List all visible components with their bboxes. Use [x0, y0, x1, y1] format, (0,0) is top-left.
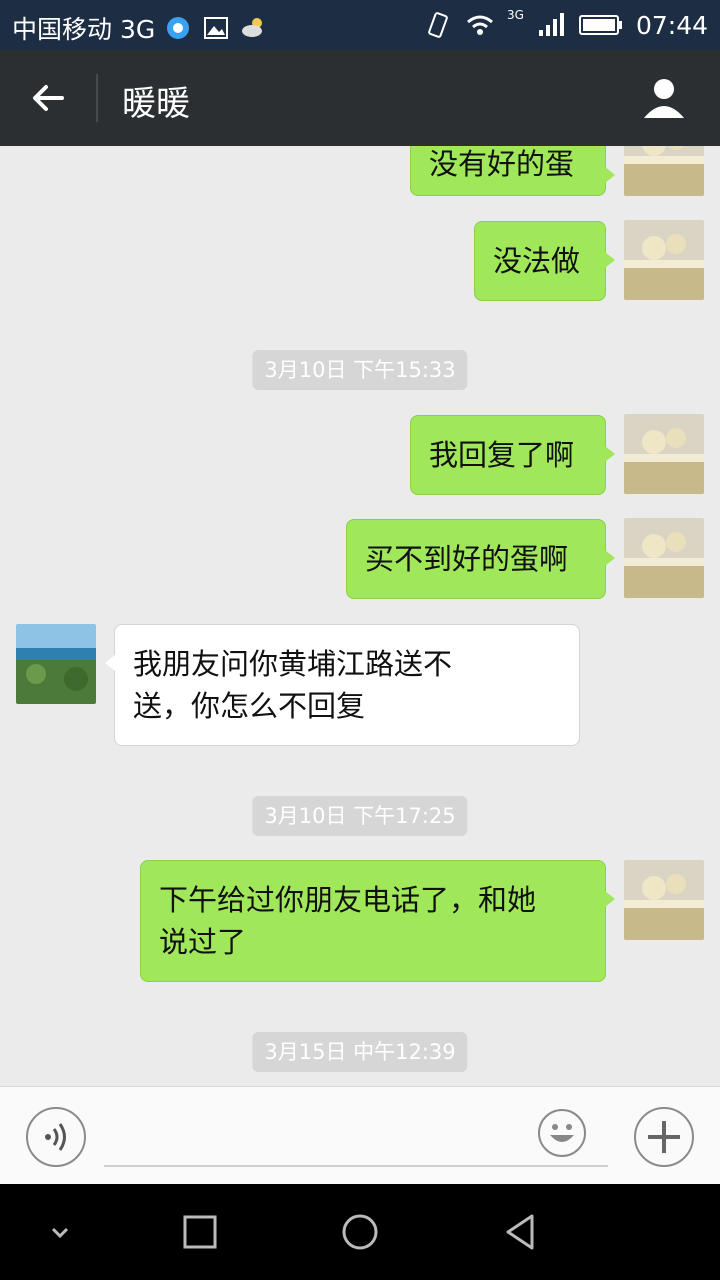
- cake-avatar-image: [624, 518, 704, 598]
- message-text-line: 我朋友问你黄埔江路送不: [133, 647, 453, 681]
- landscape-avatar-image: [16, 624, 96, 704]
- message-text: 买不到好的蛋啊: [365, 542, 569, 576]
- timestamp-label: 3月15日 中午12:39: [252, 1032, 468, 1072]
- my-avatar[interactable]: [624, 414, 704, 494]
- image-icon: [204, 17, 229, 39]
- nav-home-icon[interactable]: [340, 1212, 380, 1252]
- clock: 07:44: [635, 10, 708, 40]
- status-bar: 中国移动 3G 3G 07:44: [0, 0, 720, 50]
- weather-icon: [242, 18, 263, 37]
- message-text-line: 送，你怎么不回复: [133, 689, 366, 723]
- header-divider: [96, 74, 98, 122]
- timestamp-label: 3月10日 下午17:25: [252, 796, 468, 836]
- message-bubble-sent[interactable]: 我回复了啊: [410, 415, 615, 495]
- battery-icon: [578, 15, 622, 35]
- message-bubble-sent[interactable]: 没有好的蛋: [410, 146, 615, 196]
- message-bubble-sent[interactable]: 下午给过你朋友电话了，和她 说过了: [140, 860, 615, 982]
- vibrate-icon: [428, 12, 448, 38]
- signal-icon: [538, 13, 564, 36]
- back-arrow-icon[interactable]: [28, 78, 68, 118]
- message-list[interactable]: 没有好的蛋 没法做 3月10日 下午15:33 我回复了啊 买不到好的蛋啊 我朋…: [0, 146, 720, 1086]
- my-avatar[interactable]: [624, 860, 704, 940]
- voice-icon: [45, 1123, 66, 1151]
- message-text: 没法做: [493, 244, 581, 278]
- my-avatar[interactable]: [624, 518, 704, 598]
- carrier-label: 中国移动 3G: [12, 15, 156, 44]
- emoji-button[interactable]: [538, 1109, 586, 1157]
- emoji-icon: [550, 1124, 574, 1142]
- cake-avatar-image: [624, 220, 704, 300]
- message-bubble-sent[interactable]: 没法做: [474, 221, 615, 301]
- message-bubble-sent[interactable]: 买不到好的蛋啊: [346, 519, 615, 599]
- my-avatar[interactable]: [624, 146, 704, 196]
- message-bubble-received[interactable]: 我朋友问你黄埔江路送不 送，你怎么不回复: [105, 624, 580, 746]
- message-text-line: 下午给过你朋友电话了，和她: [159, 883, 537, 917]
- nav-back-icon[interactable]: [500, 1212, 540, 1252]
- cake-avatar-image: [624, 414, 704, 494]
- message-input[interactable]: [104, 1165, 608, 1167]
- system-nav-bar: [0, 1184, 720, 1280]
- chat-header: 暖暖: [0, 50, 720, 146]
- network-label: 3G: [507, 8, 524, 22]
- chat-title: 暖暖: [122, 84, 190, 124]
- contact-avatar[interactable]: [16, 624, 96, 704]
- message-text-line: 说过了: [159, 925, 247, 959]
- plus-icon: [648, 1121, 680, 1153]
- nav-recents-icon[interactable]: [180, 1212, 220, 1252]
- timestamp-label: 3月10日 下午15:33: [252, 350, 468, 390]
- wifi-icon: [467, 15, 493, 35]
- message-text: 没有好的蛋: [429, 147, 575, 181]
- more-button[interactable]: [634, 1107, 694, 1167]
- cake-avatar-image: [624, 146, 704, 196]
- nav-down-icon[interactable]: [40, 1212, 80, 1252]
- voice-button[interactable]: [26, 1107, 86, 1167]
- cake-avatar-image: [624, 860, 704, 940]
- input-bar: [0, 1086, 720, 1185]
- qq-icon: [167, 17, 190, 39]
- profile-icon[interactable]: [642, 76, 686, 120]
- my-avatar[interactable]: [624, 220, 704, 300]
- message-text: 我回复了啊: [429, 438, 575, 472]
